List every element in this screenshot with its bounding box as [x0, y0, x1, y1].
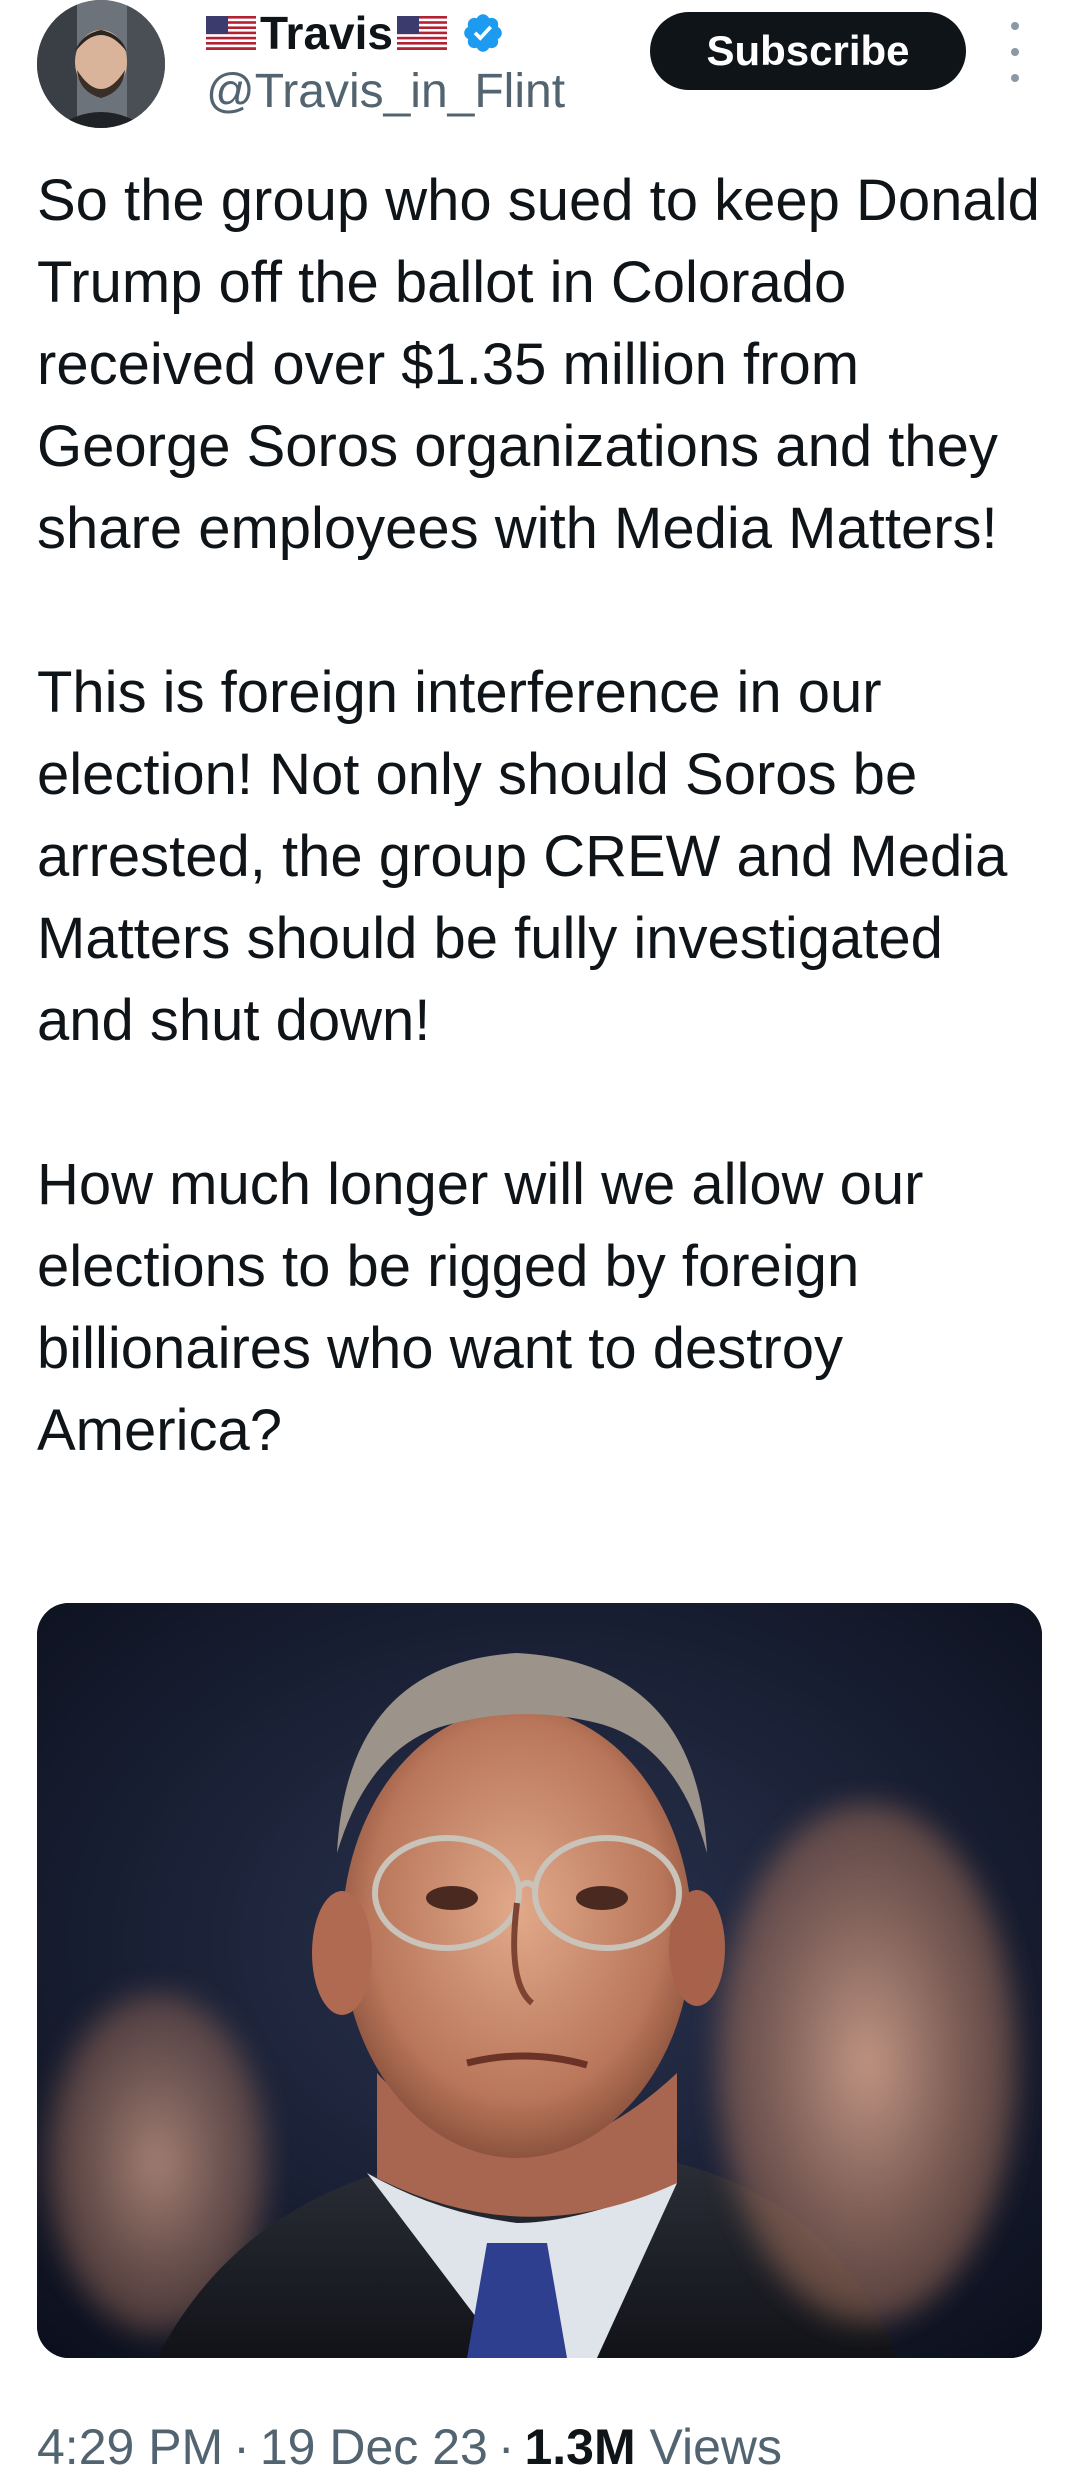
portrait-photo	[37, 1603, 1042, 2358]
avatar-image	[37, 0, 165, 128]
more-dot	[1011, 74, 1019, 82]
tweet-header: Travis @Travis_in_Flint Subscribe	[0, 0, 1079, 150]
views-label: Views	[649, 2419, 783, 2475]
us-flag-icon	[206, 16, 256, 50]
author-name-row[interactable]: Travis	[206, 4, 505, 62]
more-dot	[1011, 48, 1019, 56]
separator: ·	[233, 2419, 250, 2475]
tweet-paragraph: How much longer will we allow our electi…	[37, 1152, 924, 1463]
tweet-paragraph: This is foreign interference in our elec…	[37, 660, 1008, 1053]
us-flag-icon	[397, 16, 447, 50]
more-vertical-icon[interactable]	[1000, 22, 1030, 82]
author-display-name: Travis	[260, 7, 393, 59]
author-handle[interactable]: @Travis_in_Flint	[206, 68, 565, 116]
tweet-time[interactable]: 4:29 PM	[37, 2419, 223, 2475]
more-dot	[1011, 22, 1019, 30]
tweet-media-photo[interactable]	[37, 1603, 1042, 2358]
tweet-meta: 4:29 PM · 19 Dec 23 · 1.3M Views	[37, 2420, 782, 2475]
subscribe-button[interactable]: Subscribe	[650, 12, 966, 90]
tweet-text: So the group who sued to keep Donald Tru…	[37, 160, 1047, 1472]
views-count[interactable]: 1.3M	[524, 2419, 635, 2475]
tweet-date[interactable]: 19 Dec 23	[260, 2419, 488, 2475]
tweet-paragraph: So the group who sued to keep Donald Tru…	[37, 168, 1040, 561]
avatar[interactable]	[37, 0, 165, 128]
verified-badge-icon	[461, 11, 505, 55]
separator: ·	[497, 2419, 515, 2475]
